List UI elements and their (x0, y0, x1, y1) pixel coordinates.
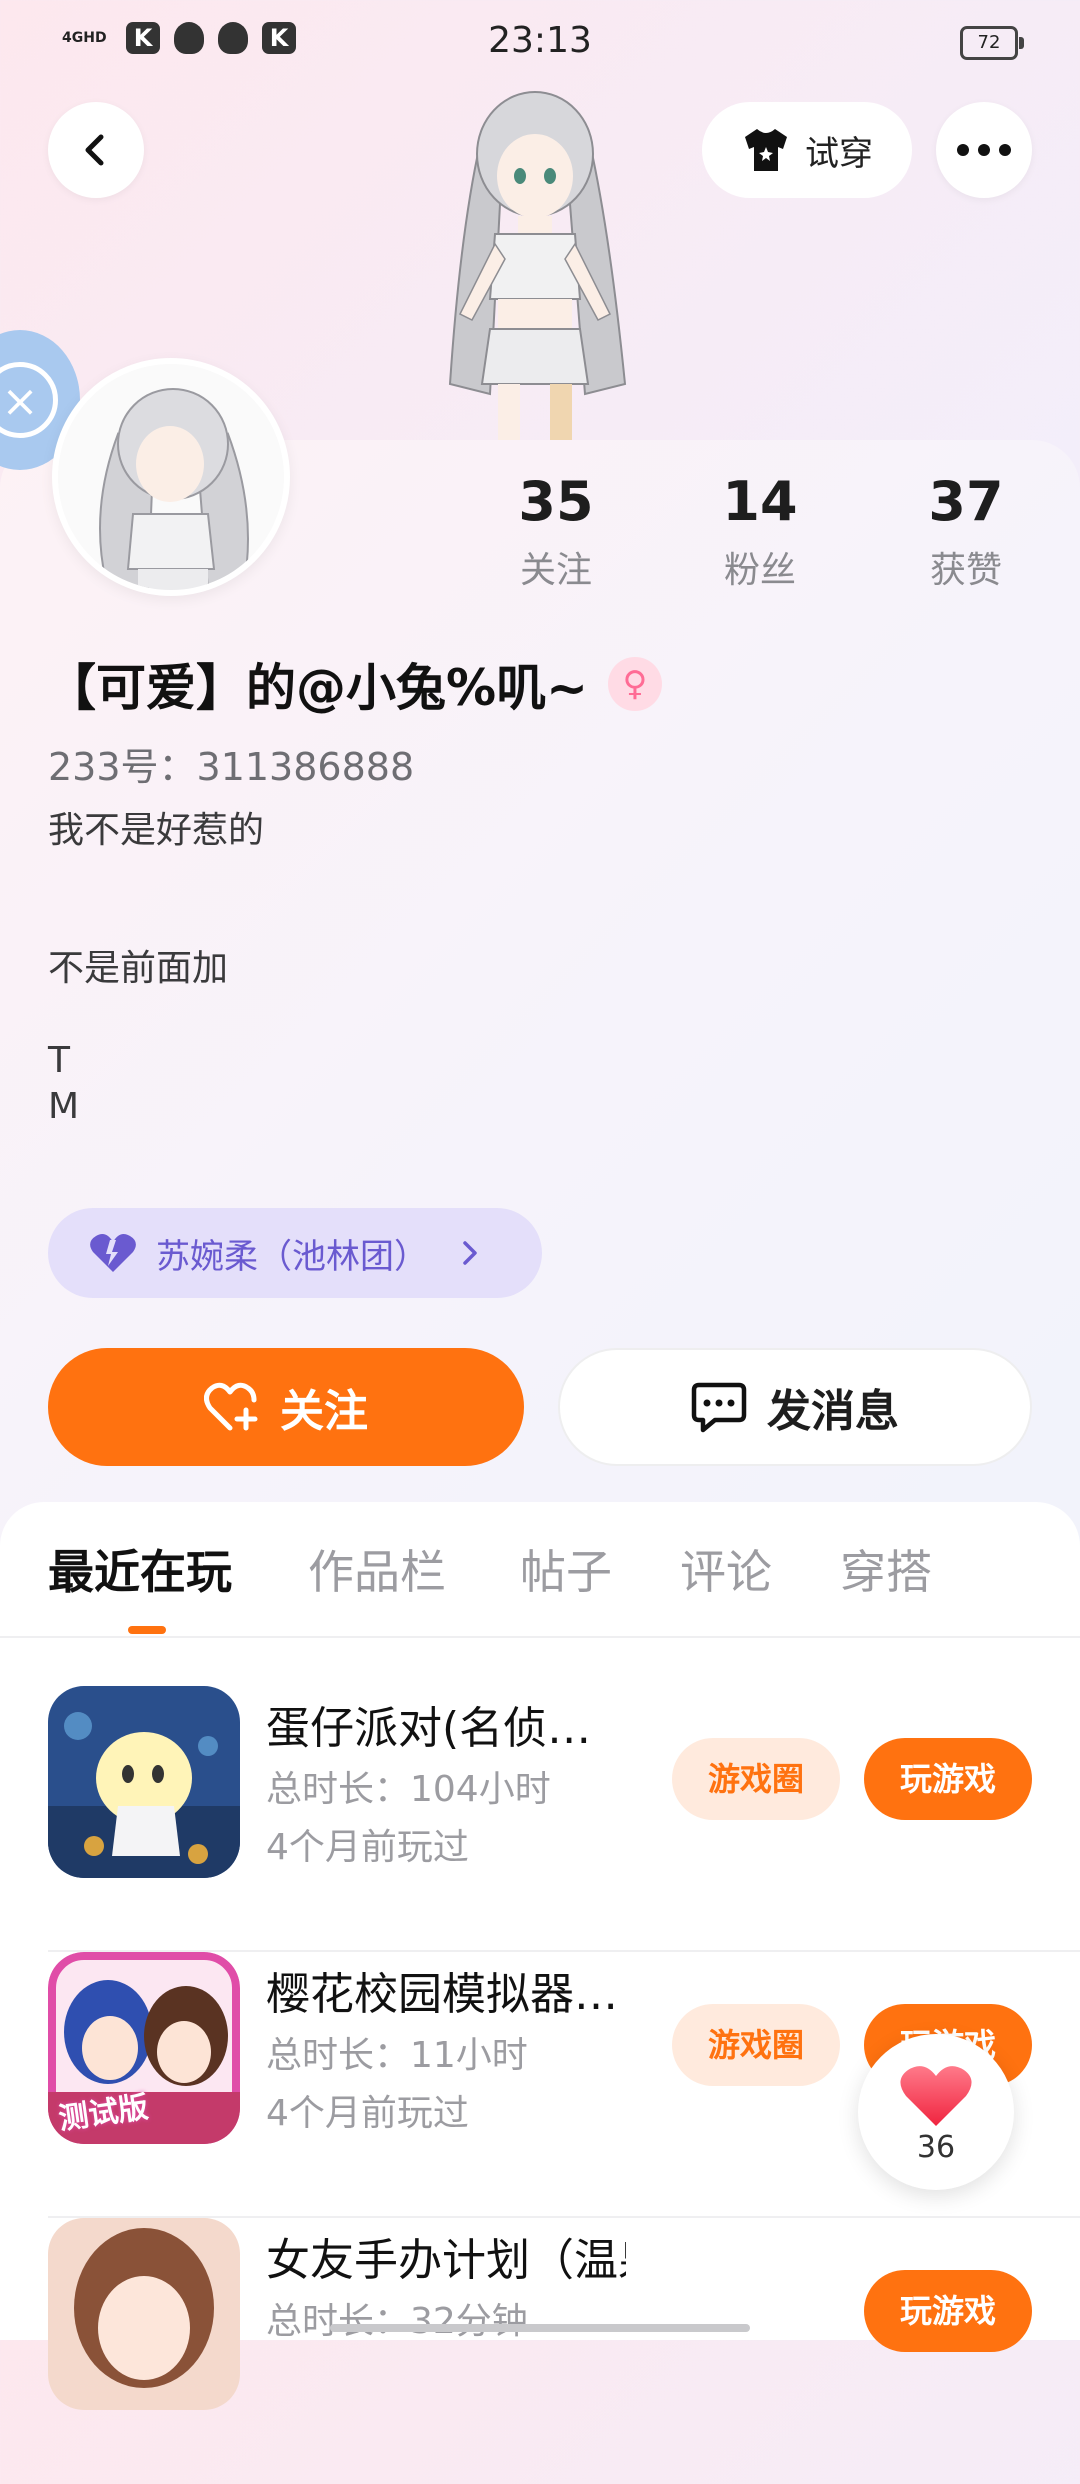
gender-female-icon: ♀ (608, 657, 662, 711)
stat-following[interactable]: 35 关注 (466, 470, 646, 593)
tab-bar: 最近在玩 作品栏 帖子 评论 穿搭 (0, 1536, 1080, 1642)
back-button[interactable] (48, 102, 144, 198)
username-row: 【可爱】的@小兔%叽~ ♀ (46, 648, 662, 720)
try-on-label: 试穿 (805, 133, 873, 174)
favorite-button[interactable]: 36 (858, 2034, 1014, 2190)
heart-icon (90, 1234, 136, 1272)
figure-plan-icon (48, 2218, 240, 2410)
game-duration: 总时长：32分钟 (266, 2301, 528, 2342)
game-duration: 总时长：11小时 (266, 2035, 528, 2076)
message-label: 发消息 (767, 1386, 899, 1437)
heart-add-icon (204, 1382, 258, 1431)
status-bar: 4GHD K K 23:13 72 (0, 0, 1080, 84)
game-circle-button[interactable]: 游戏圈 (672, 1738, 840, 1820)
tab-outfits[interactable]: 穿搭 (840, 1536, 932, 1602)
chevron-right-icon (463, 1241, 477, 1265)
try-on-button[interactable]: 试穿 (702, 102, 912, 198)
tab-works[interactable]: 作品栏 (308, 1536, 446, 1602)
game-last-played: 4个月前玩过 (266, 2093, 469, 2134)
bio-text: 我不是好惹的 不是前面加 T M (48, 810, 265, 1127)
heart-icon (900, 2066, 972, 2126)
guild-name: 苏婉柔（池林团） (156, 1236, 428, 1277)
game-last-played: 4个月前玩过 (266, 1827, 469, 1868)
more-dots-icon (957, 144, 1011, 156)
follow-label: 关注 (280, 1386, 368, 1437)
game-circle-button[interactable]: 游戏圈 (672, 2004, 840, 2086)
favorite-count: 36 (916, 2130, 956, 2165)
stat-value: 14 (722, 470, 798, 533)
home-indicator[interactable] (330, 2324, 750, 2332)
user-id: 233号：311386888 (48, 745, 415, 789)
more-button[interactable] (936, 102, 1032, 198)
stat-value: 37 (928, 470, 1004, 533)
stat-value: 35 (518, 470, 594, 533)
divider (0, 1636, 1080, 1638)
avatar-image (58, 364, 284, 590)
character-figure[interactable] (420, 84, 650, 440)
stat-label: 粉丝 (723, 550, 796, 591)
play-game-button[interactable]: 玩游戏 (864, 1738, 1032, 1820)
game-icon (48, 1686, 240, 1878)
stat-followers[interactable]: 14 粉丝 (670, 470, 850, 593)
list-item[interactable]: 女友手办计划（温泉篇） 总时长：32分钟 玩游戏 (0, 2218, 1080, 2484)
list-item[interactable]: 蛋仔派对(名侦… 总时长：104小时 4个月前玩过 游戏圈 玩游戏 (0, 1686, 1080, 1952)
chat-bubble-icon (691, 1382, 747, 1433)
follow-button[interactable]: 关注 (48, 1348, 524, 1466)
clock: 23:13 (488, 20, 592, 61)
eggy-party-icon (48, 1686, 240, 1878)
stat-likes[interactable]: 37 获赞 (876, 470, 1056, 593)
avatar-character-illustration (448, 91, 627, 440)
tshirt-icon (745, 129, 787, 171)
game-icon: 测试版 (48, 1952, 240, 2144)
message-button[interactable]: 发消息 (558, 1348, 1032, 1466)
avatar[interactable] (52, 358, 290, 596)
tab-comments[interactable]: 评论 (680, 1536, 772, 1602)
game-icon (48, 2218, 240, 2410)
game-title: 女友手办计划（温泉篇） (266, 2235, 626, 2286)
battery-indicator: 72 (960, 26, 1024, 60)
tab-recent-played[interactable]: 最近在玩 (48, 1536, 232, 1602)
game-title: 蛋仔派对(名侦… (266, 1703, 592, 1754)
chevron-left-icon (85, 134, 104, 166)
guild-chip[interactable]: 苏婉柔（池林团） (48, 1208, 542, 1298)
username: 【可爱】的@小兔%叽~ (46, 659, 588, 717)
tab-posts[interactable]: 帖子 (520, 1536, 612, 1602)
stat-label: 获赞 (929, 550, 1002, 591)
game-title: 樱花校园模拟器… (266, 1969, 618, 2020)
stat-label: 关注 (519, 550, 592, 591)
game-duration: 总时长：104小时 (266, 1769, 551, 1810)
close-icon: × (0, 362, 58, 438)
tab-active-indicator (128, 1626, 166, 1634)
